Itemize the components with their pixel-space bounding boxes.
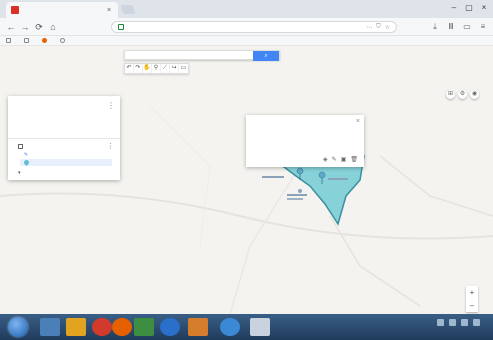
chrome-icon[interactable] <box>92 318 112 336</box>
feature-list-item[interactable] <box>20 158 112 167</box>
delete-icon[interactable]: 🗑 <box>350 156 358 163</box>
panel-menu-icon[interactable]: ⋮ <box>107 101 115 110</box>
taskbar <box>0 314 493 340</box>
library-icon[interactable]: Ⅲ <box>446 22 456 32</box>
globe-icon <box>60 38 65 43</box>
bookmark-item[interactable] <box>60 38 68 43</box>
close-window-icon[interactable]: × <box>478 3 490 13</box>
search-button[interactable]: ⌕ <box>253 51 279 61</box>
browser-icon[interactable] <box>220 318 240 336</box>
pen-icon[interactable] <box>250 318 270 336</box>
new-tab-button[interactable] <box>120 5 136 14</box>
tab-bar: × – ▢ × <box>0 0 493 18</box>
menu-icon[interactable]: ≡ <box>478 22 488 32</box>
map-search-box: ⌕ <box>124 50 280 61</box>
ruler-icon[interactable]: ▭ <box>179 64 188 73</box>
maximize-icon[interactable]: ▢ <box>463 3 475 13</box>
draw-line-icon[interactable]: ⟋ <box>161 64 170 73</box>
divider <box>8 138 120 139</box>
add-marker-icon[interactable]: ⚲ <box>152 64 161 73</box>
directions-icon[interactable]: ↪ <box>170 64 179 73</box>
undo-icon[interactable]: ↶ <box>125 64 134 73</box>
battery-icon[interactable] <box>473 319 480 326</box>
bookmark-item[interactable] <box>24 38 32 43</box>
map-legend-panel: ⋮ ⋮ ✎ ▾ <box>8 96 120 180</box>
lock-icon <box>118 24 124 30</box>
my-location-icon[interactable]: ◉ <box>470 90 479 99</box>
zoom-in-button[interactable]: + <box>466 286 478 299</box>
gear-icon <box>6 38 11 43</box>
zoom-control: + – <box>466 286 478 312</box>
close-tab-icon[interactable]: × <box>105 7 113 14</box>
my-maps-favicon-icon <box>11 6 19 14</box>
address-bar[interactable]: ⋯ ⛉ ☆ <box>111 21 397 33</box>
firefox-icon[interactable] <box>112 318 132 336</box>
reload-icon[interactable]: ⟳ <box>34 22 44 32</box>
start-button[interactable] <box>8 317 28 337</box>
map-canvas[interactable]: ⌕ ↶ ↷ ✋ ⚲ ⟋ ↪ ▭ ⋮ ⋮ ✎ ▾ × ◈ ✎ ▣ 🗑 ⊞ ⚙ ◉ … <box>0 46 493 314</box>
info-card-actions: ◈ ✎ ▣ 🗑 <box>323 156 358 163</box>
paint-bucket-icon[interactable]: ◈ <box>323 156 328 163</box>
feature-info-card: × ◈ ✎ ▣ 🗑 <box>246 115 364 167</box>
settings-icon[interactable]: ⚙ <box>458 90 467 99</box>
paint-icon: ✎ <box>24 152 29 158</box>
browser-toolbar: ← → ⟳ ⌂ ⋯ ⛉ ☆ ⤓ Ⅲ ▭ ≡ <box>0 18 493 36</box>
redo-icon[interactable]: ↷ <box>134 64 143 73</box>
ie-icon[interactable] <box>40 318 60 336</box>
hand-icon[interactable]: ✋ <box>143 64 152 73</box>
firefox-icon <box>42 38 47 43</box>
system-tray <box>437 319 485 326</box>
downloads-icon[interactable]: ⤓ <box>430 22 440 32</box>
zoom-out-button[interactable]: – <box>466 299 478 312</box>
folder-icon[interactable] <box>66 318 86 336</box>
bookmarks-bar <box>0 36 493 46</box>
map-toolbar: ↶ ↷ ✋ ⚲ ⟋ ↪ ▭ <box>124 63 189 74</box>
forward-icon[interactable]: → <box>20 22 30 32</box>
map-base-layer <box>0 46 493 314</box>
individual-styles-link[interactable]: ✎ <box>24 152 31 158</box>
flag-icon[interactable] <box>437 319 444 326</box>
home-icon[interactable]: ⌂ <box>48 22 58 32</box>
polygon-feature-icon <box>22 158 31 167</box>
base-map-row[interactable]: ▾ <box>18 170 24 176</box>
sidebar-icon[interactable]: ▭ <box>462 22 472 32</box>
close-icon[interactable]: × <box>356 118 360 125</box>
photo-icon[interactable]: ▣ <box>341 156 347 163</box>
search-input[interactable] <box>129 52 253 60</box>
app-icon[interactable] <box>188 318 208 336</box>
browser-tab[interactable]: × <box>6 2 118 18</box>
excel-icon[interactable] <box>134 318 154 336</box>
page-icon <box>24 38 29 43</box>
bookmark-item[interactable] <box>42 38 50 43</box>
globe-icon[interactable] <box>160 318 180 336</box>
edit-icon[interactable]: ✎ <box>332 156 337 163</box>
shield-icon[interactable]: ⛉ <box>376 24 381 31</box>
star-icon[interactable]: ☆ <box>385 24 390 31</box>
minimize-icon[interactable]: – <box>448 3 460 13</box>
street-view-icon[interactable]: ⊞ <box>446 90 455 99</box>
bookmark-item[interactable] <box>6 38 14 43</box>
back-icon[interactable]: ← <box>6 22 16 32</box>
more-icon[interactable]: ⋯ <box>366 24 372 31</box>
layer-row[interactable] <box>18 144 27 149</box>
layer-menu-icon[interactable]: ⋮ <box>107 142 114 150</box>
chevron-down-icon: ▾ <box>18 170 21 176</box>
layer-checkbox[interactable] <box>18 144 23 149</box>
network-icon[interactable] <box>449 319 456 326</box>
volume-icon[interactable] <box>461 319 468 326</box>
